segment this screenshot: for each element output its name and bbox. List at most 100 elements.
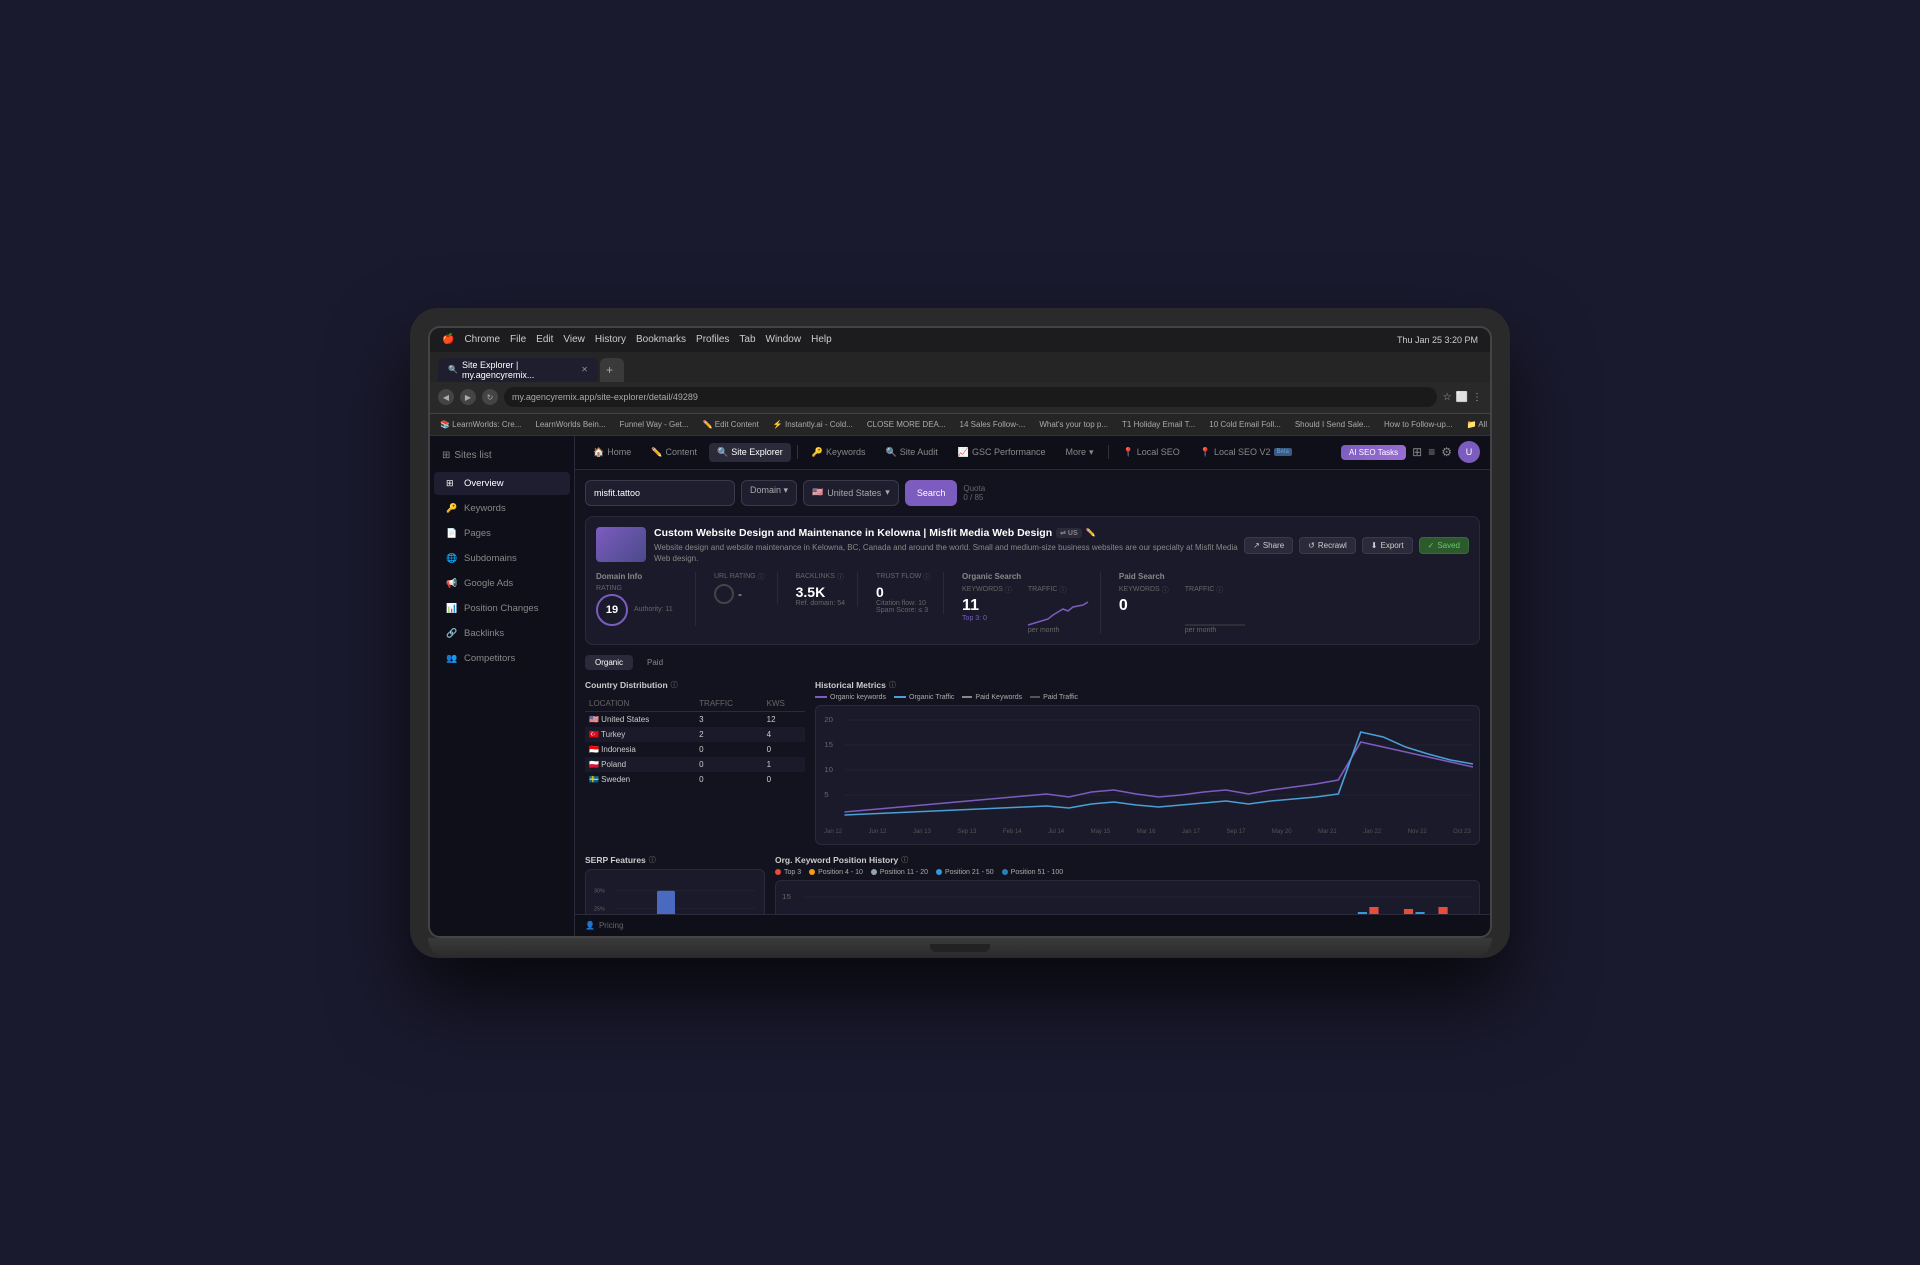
authority-label: Authority: 11 [634,606,673,613]
bookmark-item-1[interactable]: 📚 LearnWorlds: Cre... [436,419,525,430]
kws-cell: 1 [763,757,805,772]
forward-btn[interactable]: ▶ [460,389,476,405]
serp-title: SERP Features ⓘ [585,855,765,865]
menu-help[interactable]: Help [811,334,832,345]
x-axis-labels: Jan 12 Jun 12 Jan 13 Sep 13 Feb 14 Jul 1… [822,829,1473,835]
backlinks-block: BACKLINKS ⓘ 3.5K Ref. domain: 54 [784,572,858,607]
col-kws: KWS [763,696,805,712]
us-flag-icon: 🇺🇸 [812,487,823,498]
sidebar-logo[interactable]: ⊞ Sites list [430,444,574,467]
sidebar-item-keywords[interactable]: 🔑 Keywords [434,497,570,520]
legend-top3: Top 3 [775,869,801,876]
menu-history[interactable]: History [595,334,626,345]
nav-more[interactable]: More ▾ [1057,443,1101,462]
table-row: 🇵🇱 Poland 0 1 [585,757,805,772]
country-select[interactable]: 🇺🇸 United States ▾ [803,480,899,506]
tab-close-icon[interactable]: ✕ [581,365,588,374]
bookmark-item-9[interactable]: T1 Holiday Email T... [1118,419,1199,430]
tab-organic[interactable]: Organic [585,655,633,670]
share-button[interactable]: ↗ Share [1244,537,1293,554]
nav-site-explorer[interactable]: 🔍 Site Explorer [709,443,791,462]
settings-icon[interactable]: ⚙ [1441,445,1452,459]
edit-icon[interactable]: ✏️ [1086,528,1096,537]
ai-seo-tasks-btn[interactable]: AI SEO Tasks [1341,445,1406,460]
bookmark-item-4[interactable]: ✏️ Edit Content [699,419,763,430]
bookmark-item-5[interactable]: ⚡ Instantly.ai - Cold... [769,419,857,430]
svg-text:30%: 30% [594,888,605,894]
bookmark-item-6[interactable]: CLOSE MORE DEA... [863,419,950,430]
bookmark-item-7[interactable]: 14 Sales Follow-... [956,419,1030,430]
menu-profiles[interactable]: Profiles [696,334,729,345]
search-input[interactable] [585,480,735,506]
sidebar-item-pages[interactable]: 📄 Pages [434,522,570,545]
site-explorer-icon: 🔍 [717,447,728,458]
bookmark-item-3[interactable]: Funnel Way - Get... [616,419,693,430]
extension-icon[interactable]: ⬜ [1456,392,1468,403]
new-tab-btn[interactable]: + [600,358,624,382]
country-flag-cell: 🇹🇷 Turkey [585,727,695,742]
menu-window[interactable]: Window [766,334,802,345]
menu-edit[interactable]: Edit [536,334,553,345]
sidebar-item-backlinks[interactable]: 🔗 Backlinks [434,622,570,645]
bookmark-item-2[interactable]: LearnWorlds Bein... [531,419,609,430]
menu-file[interactable]: File [510,334,526,345]
menu-tab[interactable]: Tab [739,334,755,345]
more-label: More [1065,447,1086,457]
bookmark-item-8[interactable]: What's your top p... [1035,419,1112,430]
menu-chrome[interactable]: Chrome [464,334,500,345]
beta-badge: Beta [1274,448,1292,456]
url-bar[interactable]: my.agencyremix.app/site-explorer/detail/… [504,387,1437,407]
backlinks-sub: Ref. domain: 54 [796,600,845,607]
bookmark-item-12[interactable]: How to Follow-up... [1380,419,1456,430]
grid-view-icon[interactable]: ⊞ [1412,445,1422,459]
sidebar-item-google-ads[interactable]: 📢 Google Ads [434,572,570,595]
reload-btn[interactable]: ↻ [482,389,498,405]
active-tab[interactable]: 🔍 Site Explorer | my.agencyremix... ✕ [438,358,598,382]
nav-home[interactable]: 🏠 Home [585,443,639,462]
paid-traffic-sub: per month [1185,627,1245,634]
menu-view[interactable]: View [563,334,585,345]
legend-paid-traffic: Paid Traffic [1030,694,1078,701]
organic-kw-label: KEYWORDS ⓘ [962,585,1012,595]
top-nav: 🏠 Home ✏️ Content 🔍 Site Explorer 🔑 [575,436,1490,470]
tab-paid[interactable]: Paid [637,655,673,670]
table-row: 🇹🇷 Turkey 2 4 [585,727,805,742]
chrome-browser: 🔍 Site Explorer | my.agencyremix... ✕ + … [430,352,1490,436]
nav-site-audit[interactable]: 🔍 Site Audit [877,443,945,462]
info-icon-country: ⓘ [671,680,678,690]
sidebar-item-overview[interactable]: ⊞ Overview [434,472,570,495]
legend-pos11-20: Position 11 - 20 [871,869,928,876]
mac-menu: 🍎 Chrome File Edit View History Bookmark… [442,334,832,345]
domain-select[interactable]: Domain ▾ [741,480,797,506]
nav-content[interactable]: ✏️ Content [643,443,705,462]
apple-icon[interactable]: 🍎 [442,334,454,345]
nav-local-seo-v2[interactable]: 📍 Local SEO V2 Beta [1192,443,1300,462]
saved-button[interactable]: ✓ Saved [1419,537,1469,554]
quota-display: Quota 0 / 85 [963,484,985,502]
search-button[interactable]: Search [905,480,958,506]
nav-local-seo[interactable]: 📍 Local SEO [1115,443,1188,462]
backlinks-value: 3.5K [796,584,845,600]
back-btn[interactable]: ◀ [438,389,454,405]
bookmark-item-10[interactable]: 10 Cold Email Foll... [1205,419,1285,430]
list-view-icon[interactable]: ≡ [1428,445,1435,459]
bookmark-item-11[interactable]: Should I Send Sale... [1291,419,1374,430]
user-avatar[interactable]: U [1458,441,1480,463]
bookmark-star-icon[interactable]: ☆ [1443,392,1452,403]
laptop-bottom [428,938,1492,958]
app-container: ⊞ Sites list ⊞ Overview 🔑 Keywords 📄 Pag… [430,436,1490,936]
menu-bookmarks[interactable]: Bookmarks [636,334,686,345]
export-button[interactable]: ⬇ Export [1362,537,1413,554]
recrawl-button[interactable]: ↺ Recrawl [1299,537,1356,554]
sidebar-item-position-changes[interactable]: 📊 Position Changes [434,597,570,620]
search-bar: Domain ▾ 🇺🇸 United States ▾ Search Quota… [585,480,1480,506]
pricing-bar: 👤 Pricing [575,914,1490,936]
sidebar-item-subdomains[interactable]: 🌐 Subdomains [434,547,570,570]
bookmark-item-13[interactable]: 📁 All Bookmarks [1462,419,1490,430]
nav-keywords[interactable]: 🔑 Keywords [804,443,874,462]
nav-gsc-performance[interactable]: 📈 GSC Performance [950,443,1054,462]
chrome-menu-icon[interactable]: ⋮ [1472,392,1482,403]
mac-status: Thu Jan 25 3:20 PM [1397,335,1478,345]
info-icon-kw-pos: ⓘ [901,855,908,865]
sidebar-item-competitors[interactable]: 👥 Competitors [434,647,570,670]
